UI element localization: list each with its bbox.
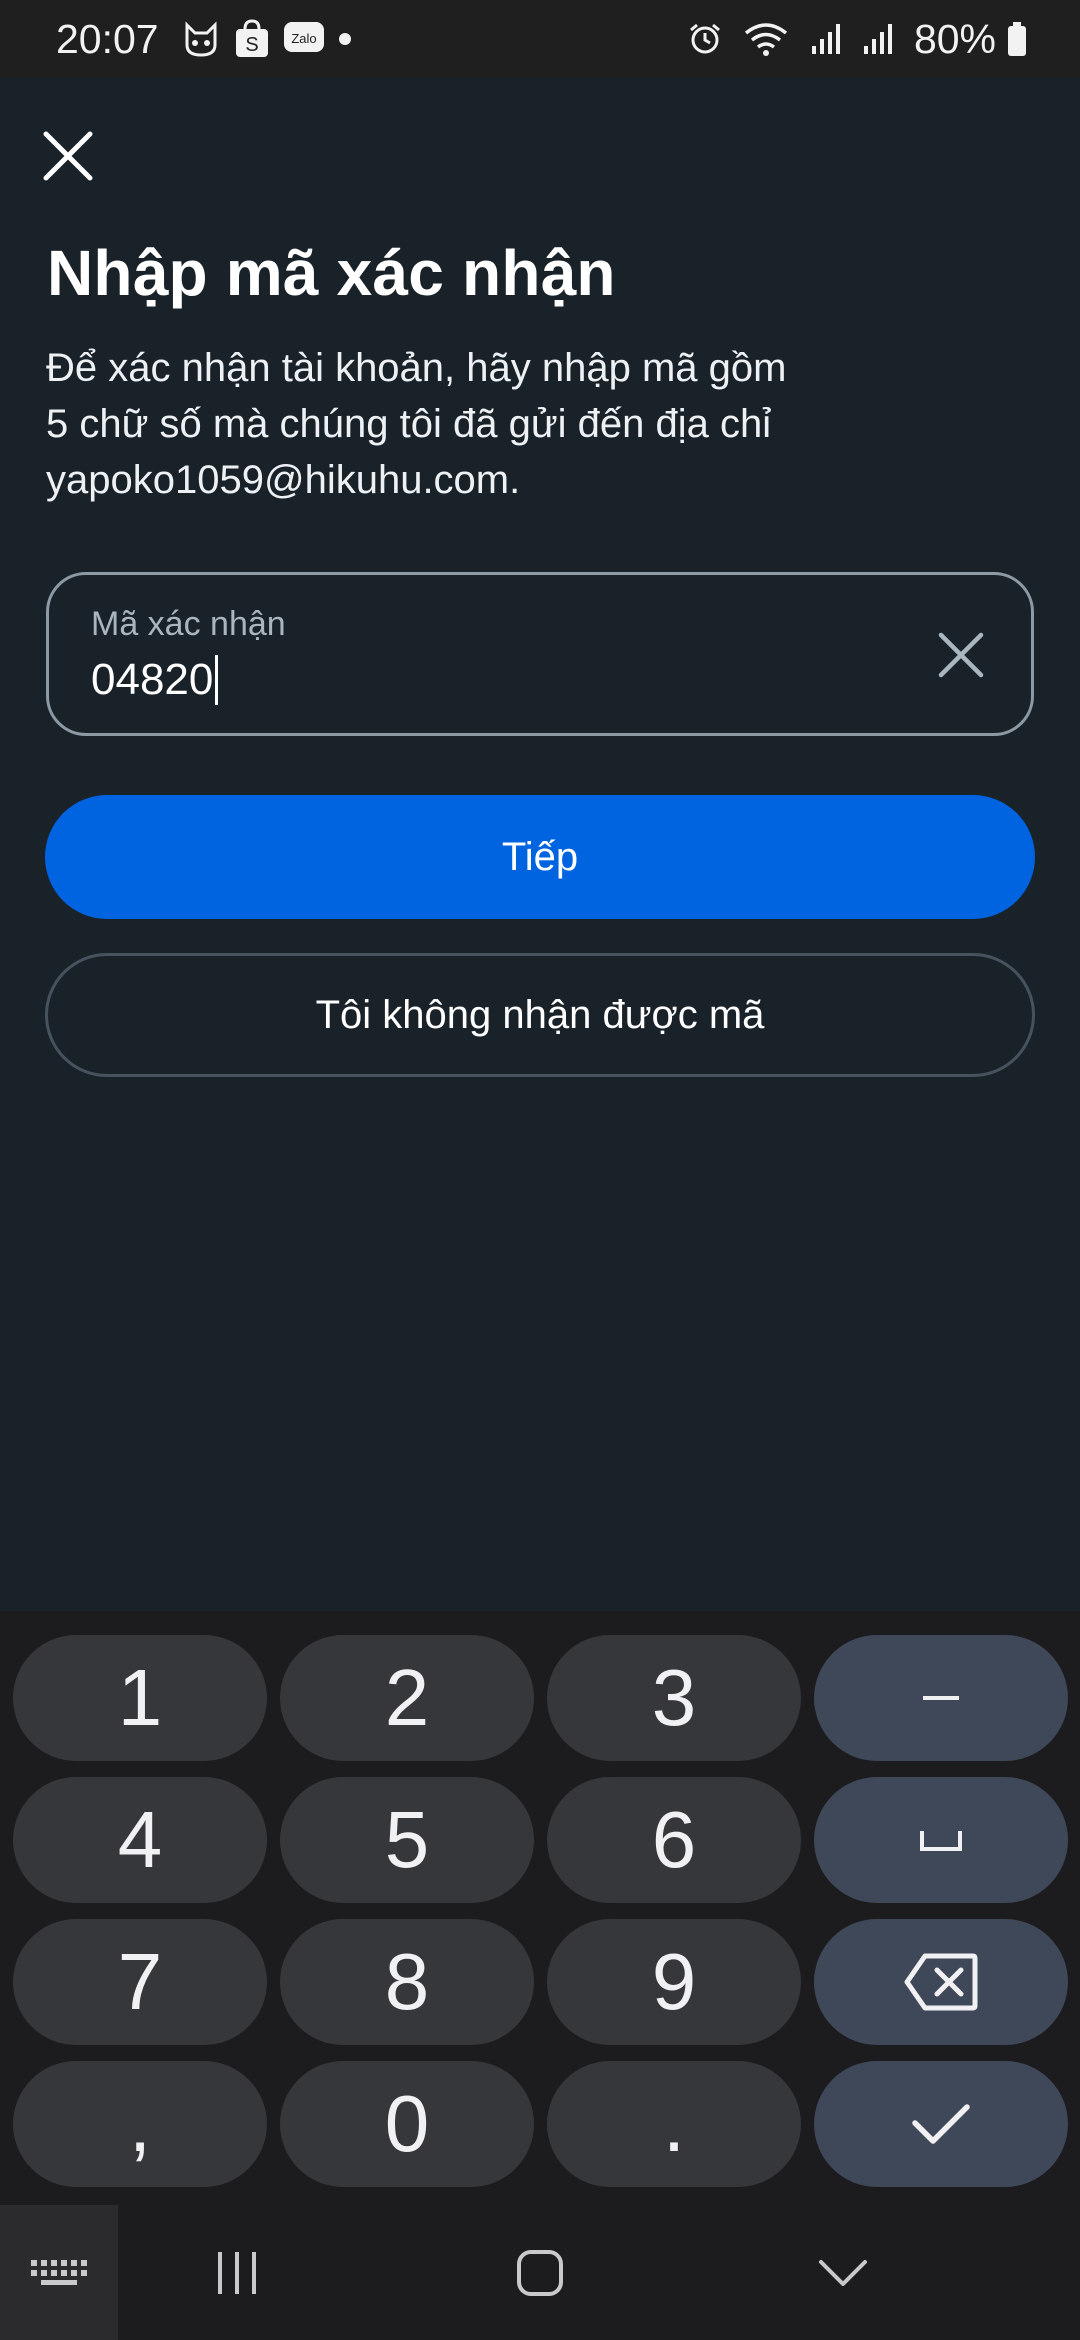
key-0[interactable]: 0: [280, 2061, 534, 2187]
battery-percent: 80%: [913, 15, 996, 62]
verification-screen: Nhập mã xác nhận Để xác nhận tài khoản, …: [0, 78, 1080, 1611]
key-8[interactable]: 8: [280, 1919, 534, 2045]
hide-keyboard-button[interactable]: [783, 2205, 903, 2340]
signal-icon: [810, 22, 840, 56]
keyboard-switch-button[interactable]: [0, 2205, 118, 2340]
key-space[interactable]: [814, 1777, 1068, 1903]
cat-face-icon: [181, 19, 221, 59]
close-button[interactable]: [38, 126, 98, 186]
chevron-down-icon: [819, 2259, 867, 2286]
signal-icon: [862, 22, 892, 56]
status-time: 20:07: [56, 15, 159, 62]
home-icon: [517, 2249, 563, 2296]
key-1[interactable]: 1: [13, 1635, 267, 1761]
recent-apps-button[interactable]: [177, 2205, 297, 2340]
description-line: 5 chữ số mà chúng tôi đã gửi đến địa chỉ: [46, 402, 772, 446]
alarm-icon: [688, 22, 722, 56]
description-line: yapoko1059@hikuhu.com.: [46, 458, 521, 502]
key-backspace[interactable]: [814, 1919, 1068, 2045]
key-6[interactable]: 6: [547, 1777, 801, 1903]
text-caret: [215, 655, 219, 705]
svg-text:Zalo: Zalo: [291, 31, 316, 46]
backspace-icon: [904, 1953, 978, 2011]
page-title: Nhập mã xác nhận: [47, 237, 616, 309]
zalo-icon: Zalo: [283, 21, 325, 57]
verification-code-field[interactable]: Mã xác nhận 04820: [46, 572, 1034, 736]
key-3[interactable]: 3: [547, 1635, 801, 1761]
key-7[interactable]: 7: [13, 1919, 267, 2045]
status-bar: 20:07 S Zalo 80%: [0, 0, 1080, 78]
battery-icon: [1006, 21, 1028, 57]
next-button[interactable]: Tiếp: [45, 795, 1035, 919]
wifi-icon: [744, 21, 788, 57]
keyboard-icon: [31, 2259, 87, 2285]
key-9[interactable]: 9: [547, 1919, 801, 2045]
description: Để xác nhận tài khoản, hãy nhập mã gồm 5…: [46, 340, 946, 508]
key-minus[interactable]: [814, 1635, 1068, 1761]
code-field-label: Mã xác nhận: [91, 605, 286, 643]
key-done[interactable]: [814, 2061, 1068, 2187]
close-icon: [43, 131, 93, 181]
code-field-value-wrap: 04820: [91, 655, 219, 705]
home-button[interactable]: [480, 2205, 600, 2340]
shopee-icon: S: [233, 19, 271, 59]
minus-icon: [923, 1696, 959, 1700]
numeric-keyboard: 1 2 3 4 5 6 7 8 9 , 0 .: [0, 1611, 1080, 2205]
didnt-receive-code-button[interactable]: Tôi không nhận được mã: [45, 953, 1035, 1077]
clear-icon: [938, 632, 984, 678]
key-comma[interactable]: ,: [13, 2061, 267, 2187]
key-5[interactable]: 5: [280, 1777, 534, 1903]
navigation-bar: [0, 2205, 1080, 2340]
key-2[interactable]: 2: [280, 1635, 534, 1761]
checkmark-icon: [912, 2104, 970, 2144]
svg-text:S: S: [245, 34, 258, 56]
description-line: Để xác nhận tài khoản, hãy nhập mã gồm: [46, 346, 787, 390]
key-period[interactable]: .: [547, 2061, 801, 2187]
clear-input-button[interactable]: [933, 627, 989, 683]
space-icon: [920, 1831, 962, 1851]
key-4[interactable]: 4: [13, 1777, 267, 1903]
recent-apps-icon: [218, 2251, 256, 2294]
code-field-value: 04820: [91, 655, 214, 704]
dot-icon: [337, 31, 353, 47]
